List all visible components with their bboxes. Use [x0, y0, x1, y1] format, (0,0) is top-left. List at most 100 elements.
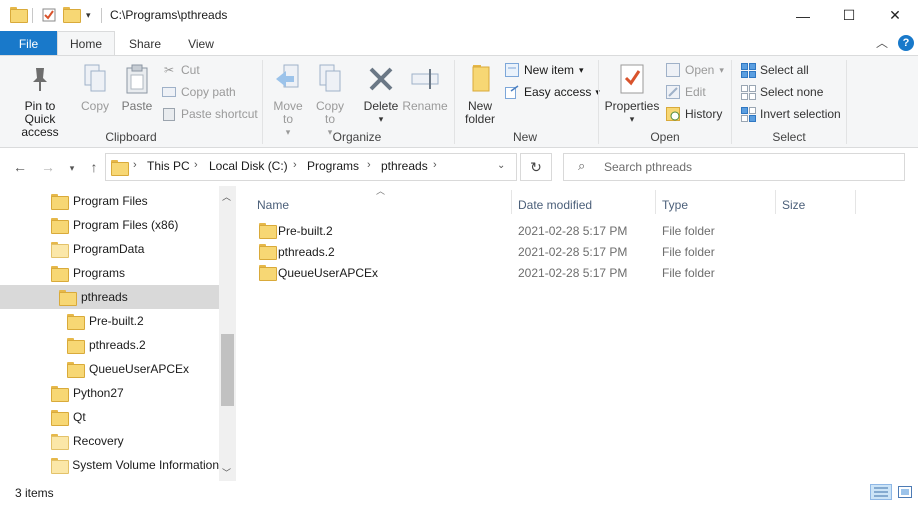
delete-button[interactable]: Delete ▾: [361, 62, 401, 126]
customize-quick-access-icon[interactable]: ▾: [86, 10, 91, 21]
rename-button[interactable]: Rename: [402, 62, 448, 113]
delete-dropdown-icon: ▾: [378, 114, 384, 124]
properties-button[interactable]: Properties ▾: [604, 62, 660, 126]
column-separator[interactable]: [511, 190, 512, 214]
folder-icon: [51, 242, 69, 258]
back-arrow-icon[interactable]: ←: [10, 158, 30, 176]
tab-view[interactable]: View: [176, 31, 226, 56]
nav-item-pthreads[interactable]: pthreads: [0, 285, 219, 309]
column-header-size[interactable]: Size: [782, 193, 852, 217]
nav-label: pthreads.2: [89, 338, 146, 352]
breadcrumb-chevron-icon[interactable]: ›: [367, 159, 371, 171]
folder-icon: [259, 244, 277, 261]
file-row[interactable]: QueueUserAPCEx 2021-02-28 5:17 PM File f…: [255, 262, 815, 283]
pin-icon: [24, 62, 56, 96]
copy-to-button[interactable]: Copy to ▾: [312, 62, 348, 139]
maximize-button[interactable]: ☐: [826, 0, 872, 31]
breadcrumb-chevron-icon[interactable]: ›: [293, 159, 297, 171]
collapse-ribbon-chevron-icon[interactable]: ︿: [876, 34, 888, 51]
nav-label: Pre-built.2: [89, 314, 144, 328]
select-all-button[interactable]: Select all: [740, 61, 809, 79]
nav-item-python27[interactable]: Python27: [0, 381, 219, 405]
column-header-date-modified[interactable]: Date modified: [518, 193, 648, 217]
group-label-new: New: [512, 130, 537, 144]
up-arrow-icon[interactable]: ↑: [84, 158, 104, 176]
nav-item-queueuserapcex[interactable]: QueueUserAPCEx: [0, 357, 219, 381]
copy-button[interactable]: Copy: [76, 62, 114, 113]
file-row[interactable]: Pre-built.2 2021-02-28 5:17 PM File fold…: [255, 220, 815, 241]
column-separator[interactable]: [655, 190, 656, 214]
easy-access-button[interactable]: Easy access▾: [504, 83, 600, 101]
help-icon[interactable]: ?: [898, 35, 914, 51]
column-header-type[interactable]: Type: [662, 193, 762, 217]
file-date: 2021-02-28 5:17 PM: [518, 245, 628, 259]
open-button[interactable]: Open ▾: [665, 61, 724, 79]
column-header-name[interactable]: Name: [257, 193, 507, 217]
breadcrumb-pthreads[interactable]: pthreads: [381, 159, 428, 173]
nav-item-qt[interactable]: Qt: [0, 405, 219, 429]
details-view-button[interactable]: [870, 484, 892, 500]
group-label-clipboard: Clipboard: [105, 130, 157, 144]
paste-shortcut-button[interactable]: Paste shortcut: [161, 105, 258, 123]
new-folder-button[interactable]: New folder: [460, 62, 500, 126]
forward-arrow-icon[interactable]: →: [38, 158, 58, 176]
group-separator: [598, 60, 599, 144]
close-button[interactable]: ✕: [872, 0, 918, 31]
folder-icon: [259, 223, 277, 240]
copy-path-icon: [161, 84, 177, 100]
nav-item-pre-built[interactable]: Pre-built.2: [0, 309, 219, 333]
copy-path-button[interactable]: Copy path: [161, 83, 236, 101]
nav-item-program-files[interactable]: Program Files: [0, 189, 219, 213]
title-separator: [101, 8, 102, 23]
breadcrumb-chevron-icon[interactable]: ›: [433, 159, 437, 171]
tab-share[interactable]: Share: [120, 31, 170, 56]
scroll-up-arrow-icon[interactable]: ︿: [222, 190, 231, 203]
new-folder-quick-icon[interactable]: [63, 7, 81, 23]
invert-selection-label: Invert selection: [760, 107, 841, 121]
folder-icon: [67, 362, 85, 378]
invert-selection-button[interactable]: Invert selection: [740, 105, 841, 123]
scroll-down-arrow-icon[interactable]: ﹀: [222, 466, 231, 479]
cut-button[interactable]: ✂ Cut: [161, 61, 200, 79]
folder-icon: [51, 458, 70, 474]
breadcrumb-chevron-icon[interactable]: ›: [194, 159, 198, 171]
recent-locations-chevron-icon[interactable]: ▾: [62, 159, 82, 177]
edit-button[interactable]: Edit: [665, 83, 706, 101]
properties-checkmark-icon[interactable]: [41, 7, 57, 23]
nav-item-recovery[interactable]: Recovery: [0, 429, 219, 453]
breadcrumb-programs[interactable]: Programs: [307, 159, 359, 173]
move-to-button[interactable]: Move to ▾: [270, 62, 306, 139]
copy-label: Copy: [80, 99, 109, 113]
nav-item-programs[interactable]: Programs: [0, 261, 219, 285]
window-title: C:\Programs\pthreads: [110, 8, 228, 22]
select-all-icon: [740, 62, 756, 78]
file-row[interactable]: pthreads.2 2021-02-28 5:17 PM File folde…: [255, 241, 815, 262]
minimize-button[interactable]: —: [780, 0, 826, 31]
nav-scrollbar-thumb[interactable]: [221, 334, 234, 406]
select-none-button[interactable]: Select none: [740, 83, 823, 101]
nav-item-program-files-x86[interactable]: Program Files (x86): [0, 213, 219, 237]
tab-home[interactable]: Home: [57, 31, 115, 56]
pin-to-quick-access-button[interactable]: Pin to Quick access: [6, 62, 74, 139]
large-icons-view-button[interactable]: [894, 484, 916, 500]
address-history-dropdown-icon[interactable]: ⌄: [497, 160, 505, 171]
folder-icon: [51, 386, 69, 402]
breadcrumb-this-pc[interactable]: This PC: [147, 159, 190, 173]
tab-file[interactable]: File: [0, 31, 57, 56]
breadcrumb-chevron-icon[interactable]: ›: [133, 159, 137, 171]
new-item-button[interactable]: New item ▾: [504, 61, 584, 79]
folder-icon: [59, 290, 77, 306]
refresh-button[interactable]: ↻: [520, 153, 552, 181]
history-button[interactable]: History: [665, 105, 722, 123]
refresh-icon: ↻: [530, 158, 542, 175]
breadcrumb-local-disk[interactable]: Local Disk (C:): [209, 159, 288, 173]
nav-item-system-volume-information[interactable]: System Volume Information: [0, 453, 219, 477]
nav-item-pthreads-2[interactable]: pthreads.2: [0, 333, 219, 357]
nav-label: Program Files (x86): [73, 218, 179, 232]
column-separator[interactable]: [775, 190, 776, 214]
nav-item-programdata[interactable]: ProgramData: [0, 237, 219, 261]
paste-button[interactable]: Paste: [118, 62, 156, 113]
paste-shortcut-label: Paste shortcut: [181, 107, 258, 121]
column-separator[interactable]: [855, 190, 856, 214]
folder-icon: [259, 265, 277, 282]
